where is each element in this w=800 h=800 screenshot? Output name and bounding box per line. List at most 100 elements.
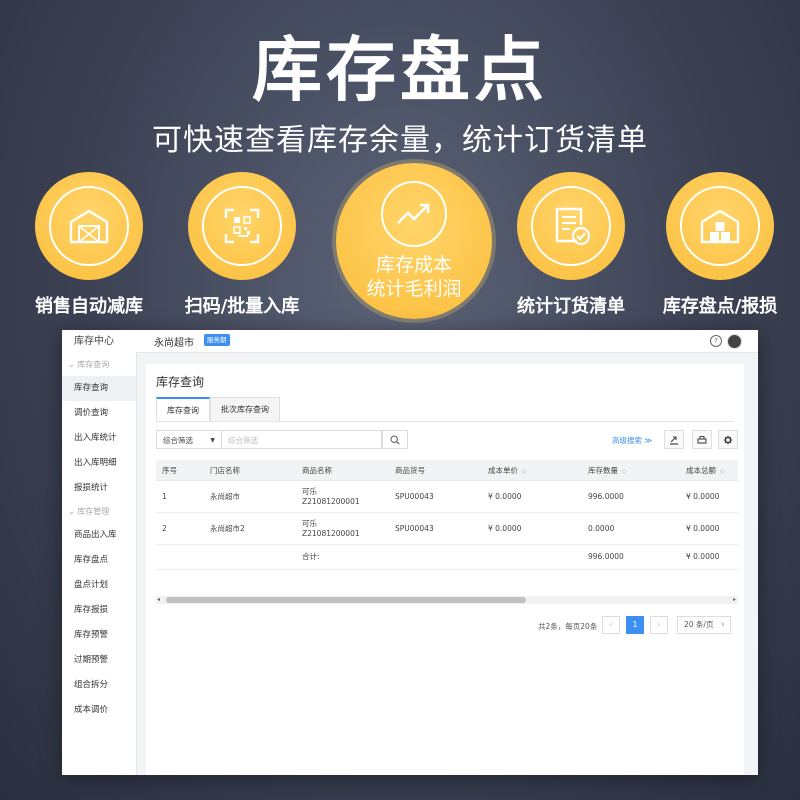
sidebar-group-label: 库存管理 <box>77 507 110 516</box>
boxes-warehouse-icon <box>680 186 760 266</box>
feature-scan-stock: 扫码/批量入库 <box>172 172 312 318</box>
sidebar-item-stock-warning[interactable]: 库存预警 <box>62 623 136 648</box>
prev-page-button[interactable]: ‹ <box>602 616 620 634</box>
tab-divider <box>156 421 734 422</box>
scroll-right-icon[interactable]: ▸ <box>733 596 736 604</box>
tab-batch-stock-query[interactable]: 批次库存查询 <box>210 397 280 421</box>
feature-cost-profit: 库存成本 统计毛利润 <box>334 163 494 319</box>
sidebar-item-goods-inout[interactable]: 商品出入库 <box>62 523 136 548</box>
hero-subtitle: 可快速查看库存余量，统计订货清单 <box>152 123 648 158</box>
sidebar-group-stock-query[interactable]: ⌄ 库存查询 <box>62 354 136 376</box>
avatar[interactable] <box>727 334 742 349</box>
table-row[interactable]: 1 永尚超市 可乐 Z21081200001 SPU00043 ¥ 0.0000 … <box>156 480 738 513</box>
cell-sku: SPU00043 <box>389 480 482 513</box>
advanced-search-link[interactable]: 高级搜索 ≫ <box>612 435 652 446</box>
cell-no: 2 <box>156 512 204 545</box>
feature-stocktake-loss: 库存盘点/报损 <box>650 172 790 318</box>
sidebar-title: 库存中心 <box>74 336 114 347</box>
cell-no: 1 <box>156 480 204 513</box>
help-icon[interactable]: ? <box>710 335 722 347</box>
feature-label: 扫码/批量入库 <box>184 296 300 317</box>
page-button-current[interactable]: 1 <box>626 616 644 634</box>
feature-circle <box>666 172 774 280</box>
warehouse-icon <box>49 186 129 266</box>
export-button[interactable] <box>664 430 684 449</box>
sidebar-item-price-query[interactable]: 调价查询 <box>62 401 136 426</box>
cell-unit-cost: ¥ 0.0000 <box>482 480 582 513</box>
filter-select[interactable]: 综合筛选 ▼ <box>156 430 222 449</box>
sort-icon[interactable]: ◇ <box>720 468 725 475</box>
cell-store: 永尚超市2 <box>204 512 296 545</box>
page-title: 库存查询 <box>156 375 205 389</box>
table-header-row: 序号 门店名称 商品名称 商品货号 成本单价 ◇ 库存数量 ◇ 成本总额 ◇ <box>156 460 738 481</box>
summary-label: 合计: <box>296 544 389 570</box>
sort-icon[interactable]: ◇ <box>522 468 527 475</box>
col-header-sku: 商品货号 <box>389 460 482 481</box>
product-name: 可乐 <box>302 518 317 528</box>
sidebar-group-label: 库存查询 <box>77 360 110 369</box>
feature-order-list: 统计订货清单 <box>506 172 636 318</box>
cell-empty <box>156 544 204 570</box>
col-header-label: 库存数量 <box>588 465 618 475</box>
scroll-left-icon[interactable]: ◂ <box>157 596 160 604</box>
sidebar-item-inout-detail[interactable]: 出入库明细 <box>62 451 136 476</box>
scrollbar-thumb[interactable] <box>166 597 526 603</box>
col-header-no: 序号 <box>156 460 204 481</box>
feature-auto-deduct: 销售自动减库 <box>24 172 154 318</box>
cell-sku: SPU00043 <box>389 512 482 545</box>
sidebar-item-stock-loss[interactable]: 库存报损 <box>62 598 136 623</box>
feature-circle: 库存成本 统计毛利润 <box>336 163 492 319</box>
feature-label-line1: 库存成本 <box>375 254 452 276</box>
sort-icon[interactable]: ◇ <box>622 468 627 475</box>
next-page-button[interactable]: › <box>650 616 668 634</box>
printer-icon <box>697 435 707 444</box>
cell-product: 可乐 Z21081200001 <box>296 512 389 545</box>
cell-qty: 996.0000 <box>582 480 680 513</box>
sidebar-item-combo-split[interactable]: 组合拆分 <box>62 673 136 698</box>
search-icon <box>390 434 400 445</box>
page-size-select[interactable]: 20 条/页 ∨ <box>677 616 731 634</box>
store-name: 永尚超市 <box>154 338 194 349</box>
sidebar-item-expiry-warning[interactable]: 过期预警 <box>62 648 136 673</box>
feature-circle <box>517 172 625 280</box>
hero-title: 库存盘点 <box>252 29 548 111</box>
tab-bar: 库存查询 批次库存查询 <box>156 397 280 421</box>
app-window: 库存中心 ⌄ 库存查询 库存查询 调价查询 出入库统计 出入库明细 报损统计 ⌄… <box>62 330 758 775</box>
horizontal-scrollbar[interactable]: ◂ ▸ <box>156 596 738 604</box>
col-header-product: 商品名称 <box>296 460 389 481</box>
cell-qty: 0.0000 <box>582 512 680 545</box>
search-input[interactable]: 综合筛选 <box>222 430 382 449</box>
feature-circle <box>188 172 296 280</box>
sidebar-item-inout-stats[interactable]: 出入库统计 <box>62 426 136 451</box>
col-header-total-cost[interactable]: 成本总额 ◇ <box>680 460 738 481</box>
page-size-value: 20 条/页 <box>684 620 714 629</box>
cell-empty <box>204 544 296 570</box>
search-button[interactable] <box>382 430 408 449</box>
feature-label: 库存盘点/报损 <box>662 296 778 317</box>
col-header-unit-cost[interactable]: 成本单价 ◇ <box>482 460 582 481</box>
print-button[interactable] <box>692 430 712 449</box>
summary-total: ¥ 0.0000 <box>680 544 738 570</box>
settings-button[interactable] <box>718 430 738 449</box>
checklist-icon <box>531 186 611 266</box>
product-code: Z21081200001 <box>302 496 360 506</box>
table-row[interactable]: 2 永尚超市2 可乐 Z21081200001 SPU00043 ¥ 0.0000… <box>156 512 738 545</box>
sidebar-item-cost-adjust[interactable]: 成本调价 <box>62 698 136 723</box>
main-panel: 库存查询 库存查询 批次库存查询 综合筛选 ▼ 综合筛选 高级搜索 ≫ 序号 门… <box>146 364 744 775</box>
feature-label: 销售自动减库 <box>35 296 143 317</box>
trend-up-icon <box>381 181 447 247</box>
summary-qty: 996.0000 <box>582 544 680 570</box>
table-summary-row: 合计: 996.0000 ¥ 0.0000 <box>156 544 738 570</box>
sidebar: 库存中心 ⌄ 库存查询 库存查询 调价查询 出入库统计 出入库明细 报损统计 ⌄… <box>62 330 137 775</box>
sidebar-group-stock-manage[interactable]: ⌄ 库存管理 <box>62 501 136 523</box>
col-header-qty[interactable]: 库存数量 ◇ <box>582 460 680 481</box>
sidebar-item-loss-stats[interactable]: 报损统计 <box>62 476 136 501</box>
sidebar-item-stock-query[interactable]: 库存查询 <box>62 376 136 401</box>
sidebar-item-stocktake-plan[interactable]: 盘点计划 <box>62 573 136 598</box>
sidebar-item-stocktake[interactable]: 库存盘点 <box>62 548 136 573</box>
feature-label-line2: 统计毛利润 <box>366 278 462 300</box>
col-header-label: 成本总额 <box>686 465 716 475</box>
cell-product: 可乐 Z21081200001 <box>296 480 389 513</box>
tab-stock-query[interactable]: 库存查询 <box>156 397 210 421</box>
product-code: Z21081200001 <box>302 528 360 538</box>
